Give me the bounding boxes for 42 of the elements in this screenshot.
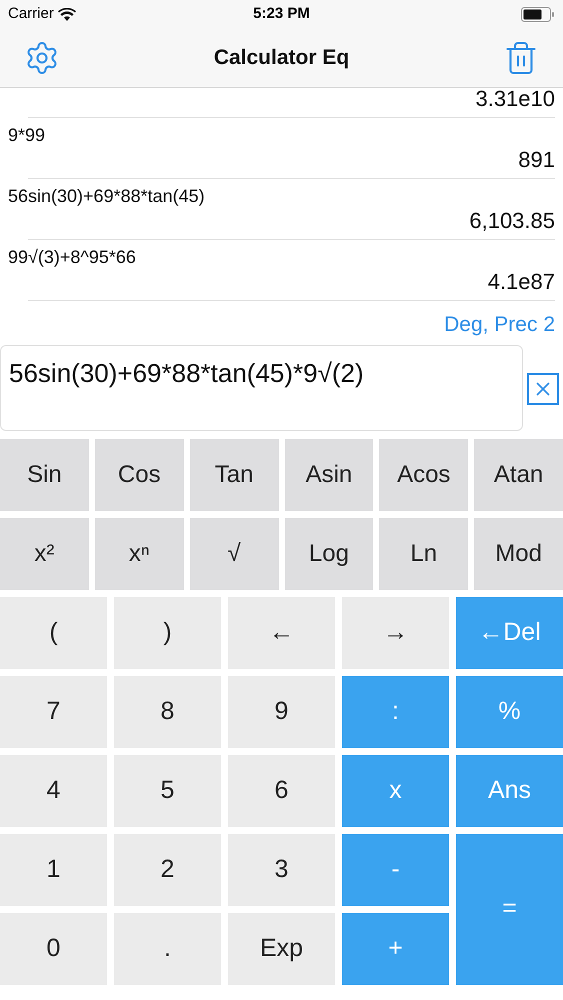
history-result: 4.1e87 [488, 271, 555, 293]
function-key[interactable]: √ [190, 518, 278, 590]
keypad-key[interactable]: 0 [0, 912, 107, 984]
function-key[interactable]: Log [284, 518, 374, 590]
battery-icon [520, 6, 555, 22]
keypad-key[interactable]: 5 [114, 754, 221, 826]
keypad-key[interactable]: → [342, 596, 449, 668]
keypad-key[interactable]: ← [228, 596, 335, 668]
keypad-key[interactable]: 2 [114, 834, 221, 906]
keypad-key[interactable]: 1 [0, 834, 107, 906]
function-key[interactable]: Asin [284, 438, 374, 510]
status-time: 5:23 PM [253, 4, 310, 24]
keypad-key[interactable]: 4 [0, 754, 107, 826]
keypad-key[interactable]: 9 [228, 676, 335, 748]
history-expression: 9*99 [8, 124, 46, 147]
keypad-key[interactable]: ( [0, 596, 107, 668]
keypad-key[interactable]: 3 [228, 834, 335, 906]
history-result: 6,103.85 [469, 210, 555, 232]
function-key[interactable]: Tan [190, 438, 278, 510]
keypad-key[interactable]: 8 [114, 676, 221, 748]
keypad-key[interactable]: . [114, 912, 221, 984]
wifi-icon [58, 8, 76, 20]
history-expression: 56sin(30)+69*88*tan(45) [8, 185, 206, 208]
clear-button[interactable] [527, 372, 559, 404]
keypad-key[interactable]: Exp [228, 912, 335, 984]
expression-field[interactable]: 56sin(30)+69*88*tan(45)*9√(2) [0, 344, 523, 430]
function-key[interactable]: Ln [379, 518, 468, 590]
keypad-key[interactable]: 6 [228, 754, 335, 826]
function-key[interactable]: Atan [474, 438, 563, 510]
history-result: 891 [518, 149, 555, 171]
keypad-key[interactable]: 7 [0, 676, 107, 748]
function-key[interactable]: Sin [0, 438, 89, 510]
function-key[interactable]: xⁿ [94, 518, 184, 590]
function-key[interactable]: x² [0, 518, 89, 590]
history-expression: 99√(3)+8^95*66 [8, 246, 137, 269]
function-key[interactable]: Cos [94, 438, 184, 510]
carrier-label: Carrier [8, 4, 54, 24]
function-key[interactable]: Mod [474, 518, 563, 590]
window-title: Calculator Eq [214, 44, 350, 71]
history-result: 3.31e10 [475, 88, 555, 113]
function-key[interactable]: Acos [379, 438, 468, 510]
keypad-key[interactable]: ) [114, 596, 221, 668]
